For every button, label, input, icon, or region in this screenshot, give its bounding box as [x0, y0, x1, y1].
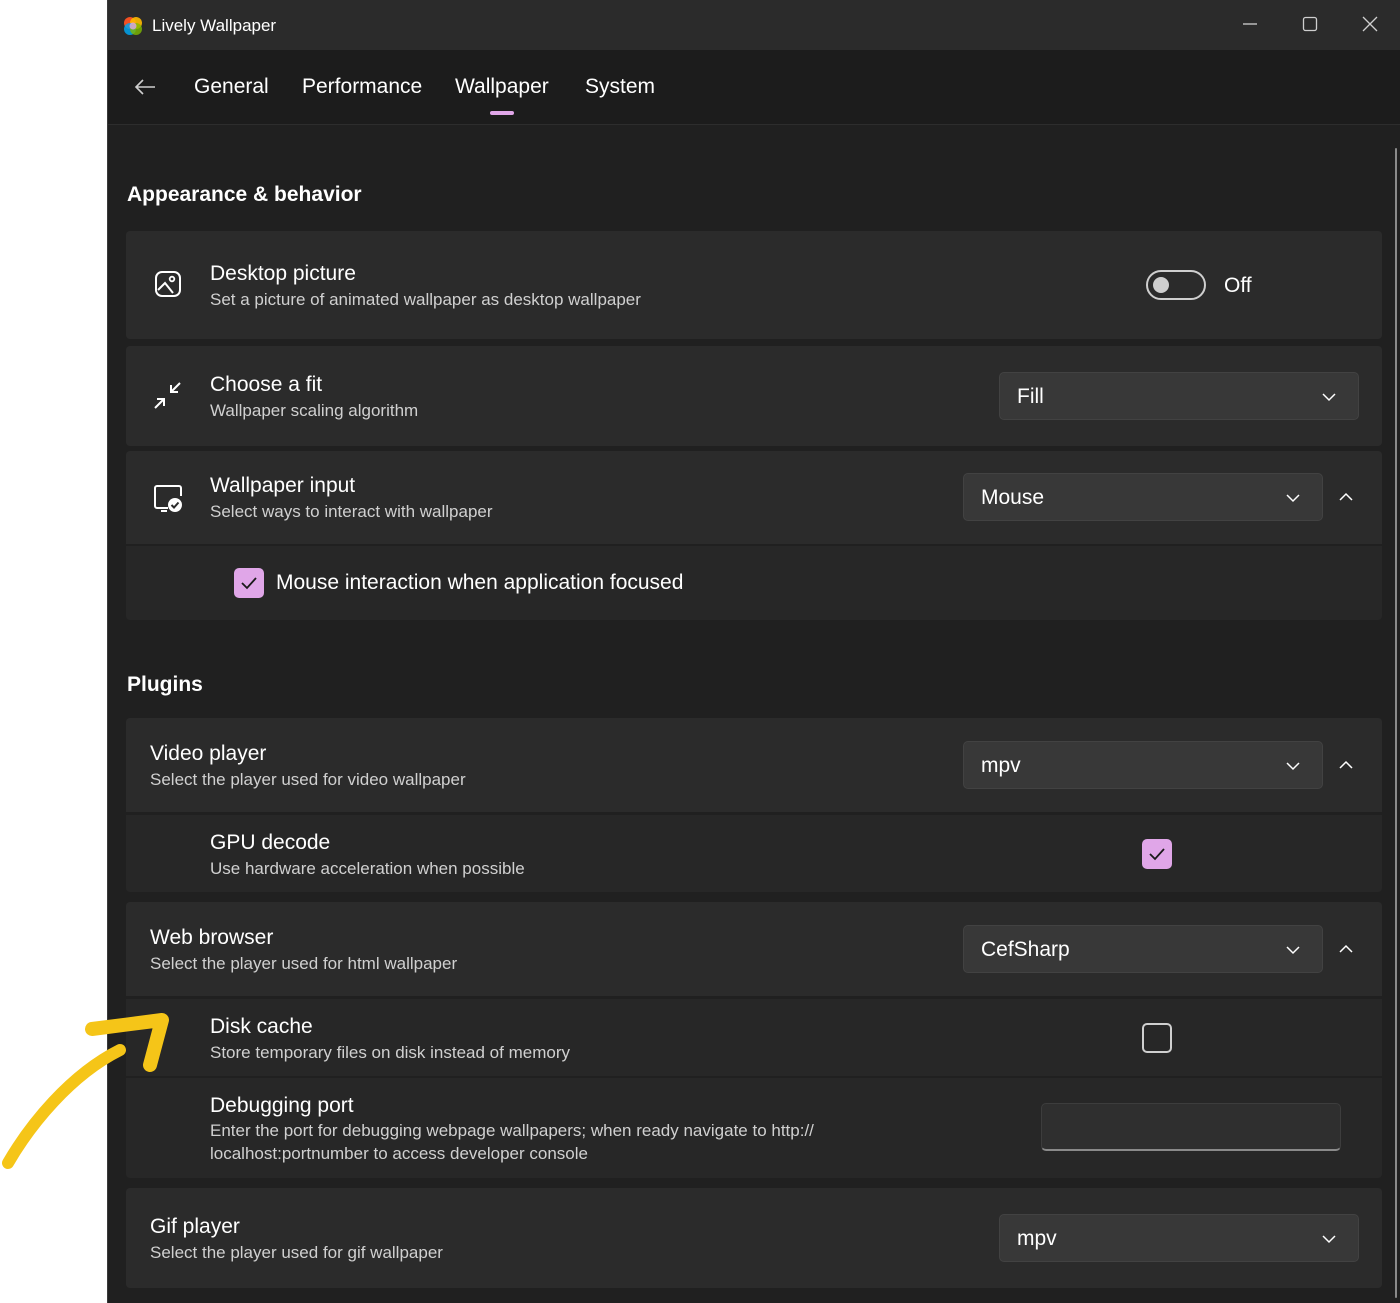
scrollbar[interactable] [1395, 148, 1397, 1298]
wallpaper-input-card: Wallpaper input Select ways to interact … [126, 451, 1382, 544]
desktop-picture-toggle[interactable] [1146, 270, 1206, 300]
debug-port-row: Debugging port Enter the port for debugg… [126, 1078, 1382, 1178]
disk-cache-desc: Store temporary files on disk instead of… [210, 1043, 570, 1062]
choose-fit-title: Choose a fit [210, 373, 323, 396]
disk-cache-checkbox[interactable] [1142, 1023, 1172, 1053]
gpu-decode-title: GPU decode [210, 831, 331, 854]
disk-cache-row: Disk cache Store temporary files on disk… [126, 999, 1382, 1076]
title-bar: Lively Wallpaper [108, 0, 1400, 50]
debug-port-title: Debugging port [210, 1094, 354, 1117]
wallpaper-input-select-value: Mouse [981, 486, 1045, 509]
settings-nav: General Performance Wallpaper System [108, 50, 1400, 125]
web-browser-select[interactable]: CefSharp [963, 925, 1323, 973]
annotation-arrow-icon [2, 1013, 169, 1169]
debug-port-desc-line2: localhost:portnumber to access developer… [210, 1144, 588, 1163]
tab-wallpaper[interactable]: Wallpaper [455, 75, 549, 99]
wallpaper-input-select[interactable]: Mouse [963, 473, 1323, 521]
tab-system[interactable]: System [585, 75, 655, 99]
toggle-knob [1153, 277, 1169, 293]
close-icon[interactable] [1358, 12, 1382, 36]
mouse-focus-label: Mouse interaction when application focus… [276, 571, 684, 594]
web-browser-desc: Select the player used for html wallpape… [150, 954, 458, 973]
gif-player-desc: Select the player used for gif wallpaper [150, 1243, 443, 1262]
selected-tab-indicator [490, 111, 514, 115]
gpu-decode-checkbox[interactable] [1142, 839, 1172, 869]
web-browser-card: Web browser Select the player used for h… [126, 902, 1382, 996]
choose-fit-desc: Wallpaper scaling algorithm [210, 401, 419, 420]
arrow-left-icon[interactable] [132, 76, 158, 98]
tab-general[interactable]: General [194, 75, 269, 99]
tab-performance[interactable]: Performance [302, 75, 422, 99]
desktop-picture-desc: Set a picture of animated wallpaper as d… [210, 290, 641, 309]
gif-player-title: Gif player [150, 1215, 240, 1238]
fit-select-value: Fill [1017, 385, 1044, 408]
monitor-check-icon [154, 485, 182, 512]
debug-port-desc-line1: Enter the port for debugging webpage wal… [210, 1121, 814, 1140]
chevron-up-icon[interactable] [1338, 491, 1354, 503]
gif-player-select[interactable]: mpv [999, 1214, 1359, 1262]
check-icon [241, 577, 257, 590]
app-logo-icon [124, 17, 142, 35]
web-browser-title: Web browser [150, 926, 274, 949]
mouse-focus-checkbox[interactable] [234, 568, 264, 598]
gif-player-card: Gif player Select the player used for gi… [126, 1188, 1382, 1288]
chevron-down-icon [1322, 393, 1336, 402]
video-player-card: Video player Select the player used for … [126, 718, 1382, 812]
shrink-icon [154, 382, 181, 409]
disk-cache-title: Disk cache [210, 1015, 313, 1038]
wallpaper-input-desc: Select ways to interact with wallpaper [210, 502, 493, 521]
desktop-picture-card: Desktop picture Set a picture of animate… [126, 231, 1382, 339]
video-player-select[interactable]: mpv [963, 741, 1323, 789]
chevron-up-icon[interactable] [1338, 943, 1354, 955]
gif-player-select-value: mpv [1017, 1227, 1057, 1250]
choose-fit-card: Choose a fit Wallpaper scaling algorithm… [126, 346, 1382, 446]
chevron-down-icon [1322, 1235, 1336, 1244]
section-heading-plugins: Plugins [127, 673, 203, 696]
window-title: Lively Wallpaper [152, 16, 277, 35]
web-browser-select-value: CefSharp [981, 938, 1070, 961]
section-heading-appearance: Appearance & behavior [127, 183, 362, 206]
minimize-icon[interactable] [1238, 12, 1262, 36]
mouse-focus-row: Mouse interaction when application focus… [126, 546, 1382, 620]
desktop-picture-toggle-state: Off [1224, 274, 1252, 297]
chevron-down-icon [1286, 494, 1300, 503]
chevron-up-icon[interactable] [1338, 759, 1354, 771]
chevron-down-icon [1286, 762, 1300, 771]
desktop-picture-title: Desktop picture [210, 262, 356, 285]
video-player-title: Video player [150, 742, 267, 765]
debug-port-input[interactable] [1041, 1103, 1341, 1151]
maximize-icon[interactable] [1298, 12, 1322, 36]
image-icon [155, 271, 181, 297]
check-icon [1149, 848, 1165, 861]
app-window: Lively Wallpaper General Performance Wal… [107, 0, 1400, 1303]
video-player-select-value: mpv [981, 754, 1021, 777]
gpu-decode-desc: Use hardware acceleration when possible [210, 859, 525, 878]
video-player-desc: Select the player used for video wallpap… [150, 770, 466, 789]
gpu-decode-row: GPU decode Use hardware acceleration whe… [126, 815, 1382, 892]
wallpaper-input-title: Wallpaper input [210, 474, 356, 497]
fit-select[interactable]: Fill [999, 372, 1359, 420]
chevron-down-icon [1286, 946, 1300, 955]
